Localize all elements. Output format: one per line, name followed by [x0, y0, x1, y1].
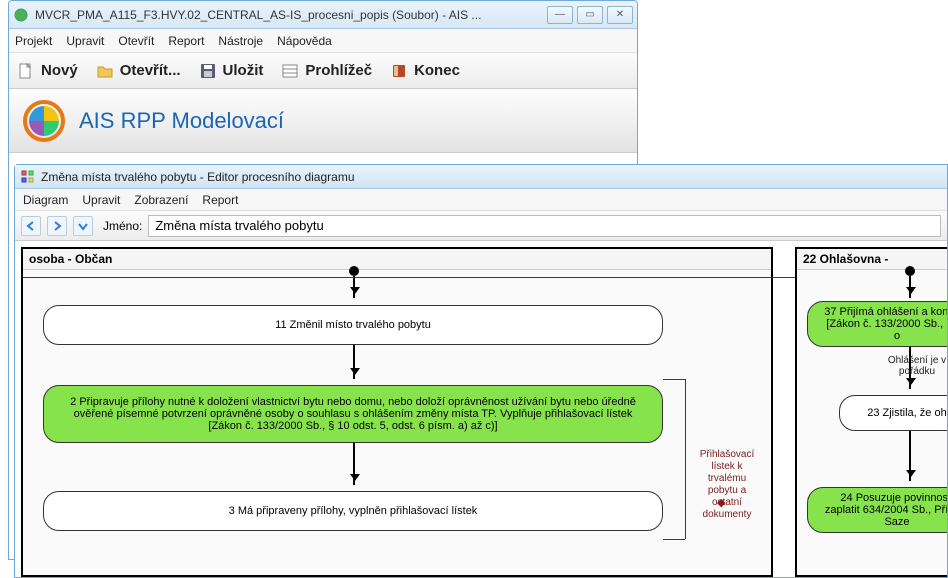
logo-icon [23, 100, 65, 142]
lane-ohlasovna-header: 22 Ohlašovna - [797, 249, 947, 270]
node-24-label: 24 Posuzuje povinnosti zaplatit 634/2004… [822, 492, 947, 528]
nav-down-button[interactable] [73, 216, 93, 236]
editor-titlebar[interactable]: Změna místa trvalého pobytu - Editor pro… [15, 165, 947, 189]
start-event[interactable] [349, 266, 359, 276]
grid-icon [281, 62, 299, 80]
menu-nastroje[interactable]: Nástroje [218, 34, 263, 48]
connector-line [685, 379, 686, 539]
brand-text: AIS RPP Modelovací [79, 108, 284, 134]
editor-menu-zobrazeni[interactable]: Zobrazení [134, 193, 188, 207]
save-button[interactable]: Uložit [199, 62, 264, 80]
connector-line [663, 539, 685, 540]
node-24[interactable]: 24 Posuzuje povinnosti zaplatit 634/2004… [807, 487, 947, 533]
node-3-label: 3 Má připraveny přílohy, vyplněn přihlaš… [229, 505, 478, 517]
open-button-label: Otevřít... [120, 62, 181, 79]
main-toolbar: Nový Otevřít... Uložit Prohlížeč Konec [9, 53, 637, 89]
new-button-label: Nový [41, 62, 78, 79]
menu-projekt[interactable]: Projekt [15, 34, 52, 48]
main-window-title: MVCR_PMA_A115_F3.HVY.02_CENTRAL_AS-IS_pr… [35, 8, 547, 22]
exit-button-label: Konec [414, 62, 460, 79]
flow-arrow [353, 276, 355, 298]
flow-arrow [909, 276, 911, 298]
save-icon [199, 62, 217, 80]
close-button[interactable]: ✕ [607, 6, 633, 24]
connector-line [663, 379, 685, 380]
menu-report[interactable]: Report [168, 34, 204, 48]
node-11-label: 11 Změnil místo trvalého pobytu [275, 319, 431, 331]
book-icon [390, 62, 408, 80]
app-icon [13, 7, 29, 23]
lane-osoba[interactable]: osoba - Občan 11 Změnil místo trvalého p… [21, 247, 773, 577]
main-menubar: Projekt Upravit Otevřít Report Nástroje … [9, 29, 637, 53]
editor-menu-upravit[interactable]: Upravit [82, 193, 120, 207]
menu-upravit[interactable]: Upravit [66, 34, 104, 48]
diagram-icon [21, 170, 35, 184]
editor-window: Změna místa trvalého pobytu - Editor pro… [14, 164, 948, 578]
connector-dot-icon: ◆ [717, 496, 725, 509]
nav-back-button[interactable] [21, 216, 41, 236]
name-field-label: Jméno: [103, 219, 142, 233]
maximize-button[interactable]: ▭ [577, 6, 603, 24]
save-button-label: Uložit [223, 62, 264, 79]
annotation-attachments: Přihlašovací lístek k trvalému pobytu a … [693, 449, 761, 521]
node-2-label: 2 Připravuje přílohy nutné k doložení vl… [58, 396, 648, 432]
node-37-label: 37 Přijímá ohlášení a kontrolu [Zákon č.… [822, 306, 947, 342]
name-input[interactable] [148, 215, 941, 237]
node-23-label: 23 Zjistila, že ohláš [867, 407, 947, 419]
brand-strip: AIS RPP Modelovací [9, 89, 637, 153]
flow-arrow [909, 431, 911, 481]
folder-icon [96, 62, 114, 80]
lane-osoba-header: osoba - Občan [23, 249, 771, 270]
editor-menubar: Diagram Upravit Zobrazení Report [15, 189, 947, 211]
start-event[interactable] [905, 266, 915, 276]
node-11[interactable]: 11 Změnil místo trvalého pobytu [43, 305, 663, 345]
flow-label-ok: Ohlášení je v pořádku [877, 355, 947, 377]
main-titlebar[interactable]: MVCR_PMA_A115_F3.HVY.02_CENTRAL_AS-IS_pr… [9, 1, 637, 29]
node-37[interactable]: 37 Přijímá ohlášení a kontrolu [Zákon č.… [807, 301, 947, 347]
node-2[interactable]: 2 Připravuje přílohy nutné k doložení vl… [43, 385, 663, 443]
minimize-button[interactable]: — [547, 6, 573, 24]
new-button[interactable]: Nový [17, 62, 78, 80]
editor-window-title: Změna místa trvalého pobytu - Editor pro… [41, 170, 355, 184]
nav-forward-button[interactable] [47, 216, 67, 236]
browser-button-label: Prohlížeč [305, 62, 372, 79]
lane-ohlasovna[interactable]: 22 Ohlašovna - 37 Přijímá ohlášení a kon… [795, 247, 947, 577]
diagram-canvas[interactable]: osoba - Občan 11 Změnil místo trvalého p… [15, 241, 947, 577]
flow-arrow [353, 443, 355, 485]
file-icon [17, 62, 35, 80]
editor-menu-report[interactable]: Report [202, 193, 238, 207]
menu-otevrit[interactable]: Otevřít [118, 34, 154, 48]
node-3[interactable]: 3 Má připraveny přílohy, vyplněn přihlaš… [43, 491, 663, 531]
menu-napoveda[interactable]: Nápověda [277, 34, 332, 48]
exit-button[interactable]: Konec [390, 62, 460, 80]
flow-arrow [353, 345, 355, 379]
node-23[interactable]: 23 Zjistila, že ohláš [839, 395, 947, 431]
open-button[interactable]: Otevřít... [96, 62, 181, 80]
editor-toolbar: Jméno: [15, 211, 947, 241]
browser-button[interactable]: Prohlížeč [281, 62, 372, 80]
editor-menu-diagram[interactable]: Diagram [23, 193, 68, 207]
